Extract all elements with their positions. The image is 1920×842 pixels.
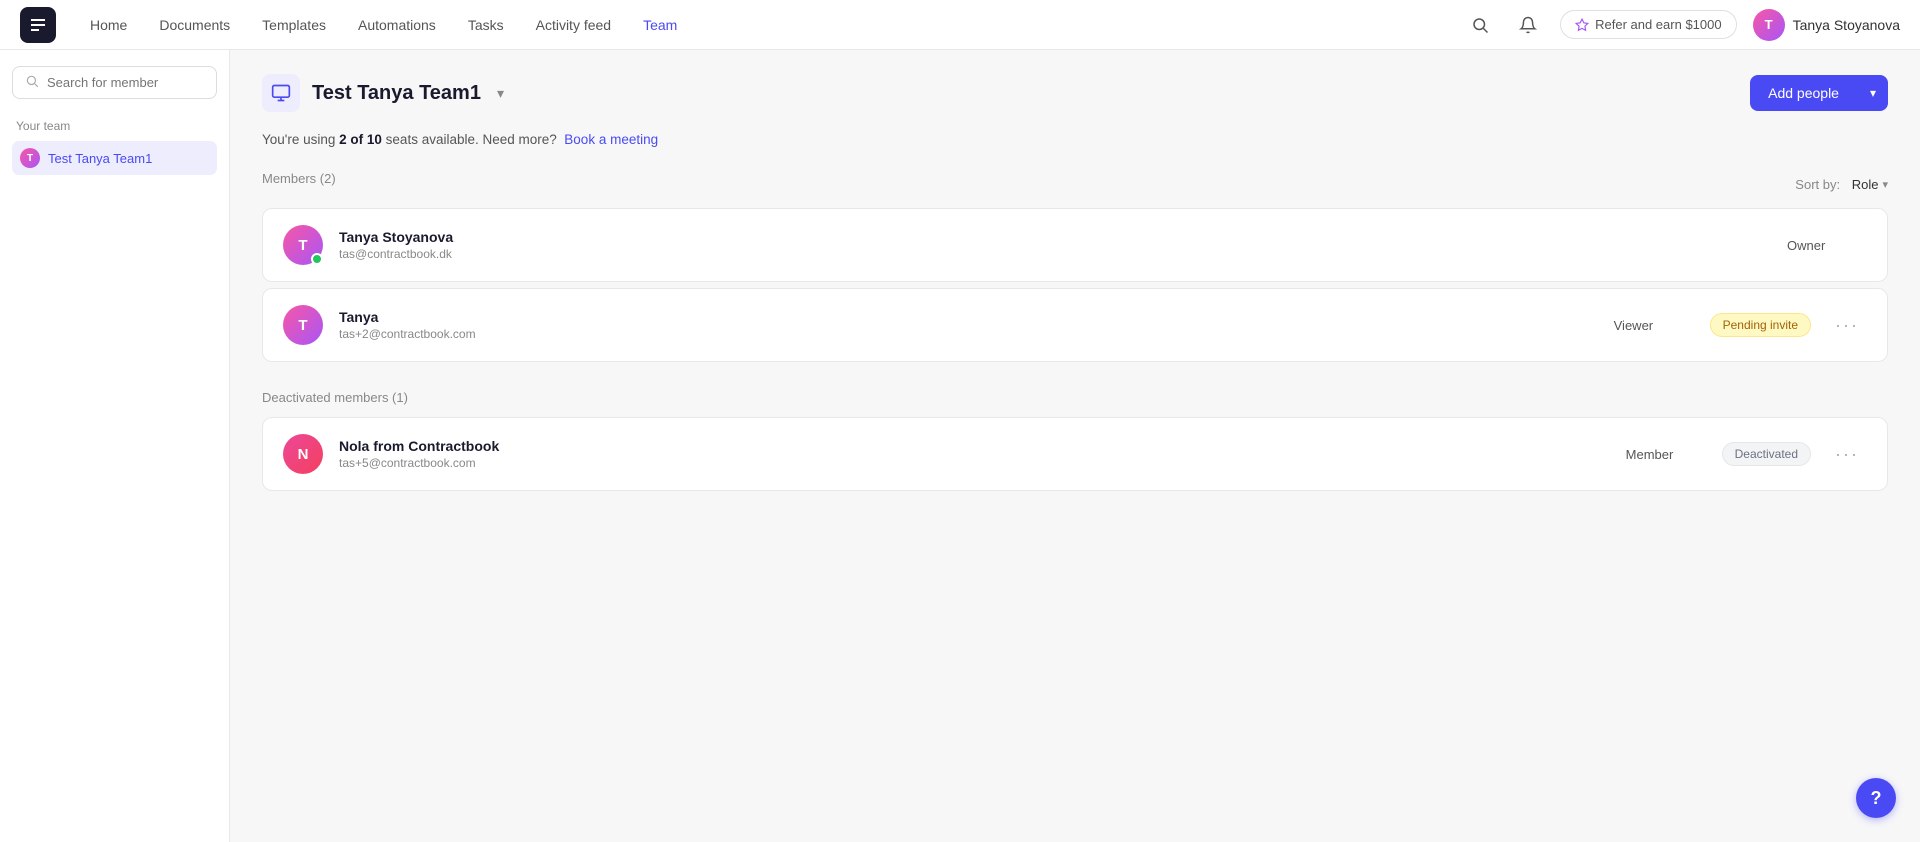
sort-label: Sort by: xyxy=(1795,177,1840,192)
member-info: Nola from Contractbook tas+5@contractboo… xyxy=(339,438,1610,470)
add-people-arrow-icon: ▾ xyxy=(1858,76,1888,110)
book-meeting-link[interactable]: Book a meeting xyxy=(564,132,658,147)
user-menu[interactable]: T Tanya Stoyanova xyxy=(1753,9,1900,41)
members-header: Members (2) Sort by: Role ▾ xyxy=(262,171,1888,198)
seats-count: 2 of 10 xyxy=(339,132,382,147)
notifications-button[interactable] xyxy=(1512,9,1544,41)
topnav-right: Refer and earn $1000 T Tanya Stoyanova xyxy=(1464,9,1900,41)
member-actions: ··· xyxy=(1827,440,1867,469)
nav-home[interactable]: Home xyxy=(76,11,141,39)
help-button[interactable]: ? xyxy=(1856,778,1896,818)
main-header: Test Tanya Team1 ▾ Add people ▾ xyxy=(262,74,1888,112)
add-people-button[interactable]: Add people ▾ xyxy=(1750,75,1888,111)
sort-chevron-icon: ▾ xyxy=(1882,178,1888,191)
member-row: T Tanya Stoyanova tas@contractbook.dk Ow… xyxy=(262,208,1888,282)
member-role: Owner xyxy=(1787,238,1867,253)
nav-documents[interactable]: Documents xyxy=(145,11,244,39)
deactivated-badge: Deactivated xyxy=(1722,442,1811,466)
member-role: Viewer xyxy=(1614,318,1694,333)
member-avatar: N xyxy=(283,434,323,474)
top-navigation: Home Documents Templates Automations Tas… xyxy=(0,0,1920,50)
search-icon xyxy=(25,74,39,91)
sidebar-item-team[interactable]: T Test Tanya Team1 xyxy=(12,141,217,175)
member-row: T Tanya tas+2@contractbook.com Viewer Pe… xyxy=(262,288,1888,362)
member-email: tas@contractbook.dk xyxy=(339,247,1771,261)
user-avatar: T xyxy=(1753,9,1785,41)
info-bar: You're using 2 of 10 seats available. Ne… xyxy=(262,132,1888,147)
nav-templates[interactable]: Templates xyxy=(248,11,340,39)
nav-activity-feed[interactable]: Activity feed xyxy=(522,11,625,39)
member-email: tas+5@contractbook.com xyxy=(339,456,1610,470)
search-box[interactable] xyxy=(12,66,217,99)
deactivated-section: Deactivated members (1) N Nola from Cont… xyxy=(262,390,1888,491)
sidebar: Your team T Test Tanya Team1 xyxy=(0,50,230,842)
member-avatar: T xyxy=(283,225,323,265)
nav-automations[interactable]: Automations xyxy=(344,11,450,39)
user-name: Tanya Stoyanova xyxy=(1793,17,1900,33)
members-section-label: Members (2) xyxy=(262,171,336,186)
sidebar-section-label: Your team xyxy=(12,119,217,133)
sort-value: Role xyxy=(1852,177,1879,192)
member-more-button[interactable]: ··· xyxy=(1827,440,1867,469)
member-avatar: T xyxy=(283,305,323,345)
member-role: Member xyxy=(1626,447,1706,462)
refer-label: Refer and earn $1000 xyxy=(1595,17,1721,32)
team-title-dropdown[interactable]: ▾ xyxy=(497,85,504,102)
nav-tasks[interactable]: Tasks xyxy=(454,11,518,39)
team-page-icon xyxy=(262,74,300,112)
member-info: Tanya Stoyanova tas@contractbook.dk xyxy=(339,229,1771,261)
sort-row[interactable]: Sort by: Role ▾ xyxy=(1795,177,1888,192)
deactivated-section-label: Deactivated members (1) xyxy=(262,390,1888,405)
add-people-label: Add people xyxy=(1750,75,1857,111)
nav-team[interactable]: Team xyxy=(629,11,691,39)
member-name: Tanya Stoyanova xyxy=(339,229,1771,245)
main-content: Test Tanya Team1 ▾ Add people ▾ You're u… xyxy=(230,50,1920,842)
main-layout: Your team T Test Tanya Team1 Test Tanya … xyxy=(0,50,1920,842)
nav-links: Home Documents Templates Automations Tas… xyxy=(76,11,1464,39)
refer-button[interactable]: Refer and earn $1000 xyxy=(1560,10,1736,39)
member-name: Nola from Contractbook xyxy=(339,438,1610,454)
search-button[interactable] xyxy=(1464,9,1496,41)
member-email: tas+2@contractbook.com xyxy=(339,327,1598,341)
search-input[interactable] xyxy=(47,75,204,90)
team-title-row: Test Tanya Team1 ▾ xyxy=(262,74,504,112)
sidebar-team-label: Test Tanya Team1 xyxy=(48,151,152,166)
app-logo[interactable] xyxy=(20,7,56,43)
member-row: N Nola from Contractbook tas+5@contractb… xyxy=(262,417,1888,491)
member-info: Tanya tas+2@contractbook.com xyxy=(339,309,1598,341)
member-name: Tanya xyxy=(339,309,1598,325)
team-title: Test Tanya Team1 xyxy=(312,82,481,105)
online-indicator xyxy=(311,253,323,265)
pending-invite-badge: Pending invite xyxy=(1710,313,1811,337)
team-icon-small: T xyxy=(20,148,40,168)
member-more-button[interactable]: ··· xyxy=(1827,311,1867,340)
member-actions: ··· xyxy=(1827,311,1867,340)
